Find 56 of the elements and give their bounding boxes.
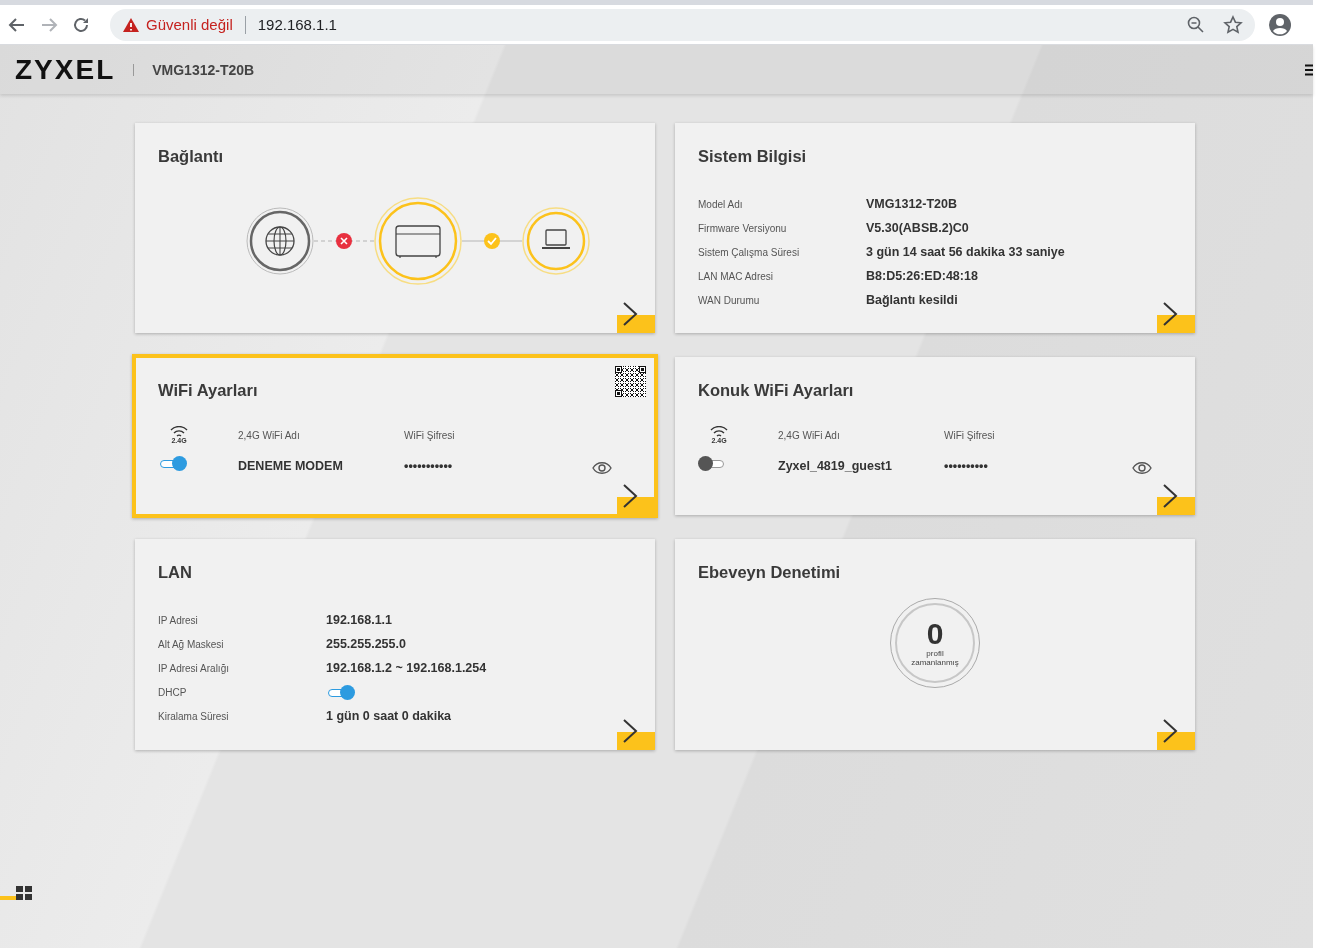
star-icon[interactable] bbox=[1223, 14, 1243, 35]
field-label: IP Adresi Aralığı bbox=[158, 662, 230, 676]
model-name: VMG1312-T20B bbox=[152, 61, 255, 78]
toggle-switch[interactable] bbox=[158, 455, 188, 472]
field-label: WiFi Şifresi bbox=[404, 430, 456, 441]
field-label: Model Adı bbox=[698, 198, 744, 212]
field-label: Firmware Versiyonu bbox=[698, 222, 788, 236]
field-label: WAN Durumu bbox=[698, 294, 761, 308]
field-value: 3 gün 14 saat 56 dakika 33 saniye bbox=[866, 244, 1065, 261]
field-value: 192.168.1.2 ~ 192.168.1.254 bbox=[326, 660, 487, 677]
address-bar[interactable]: Güvenli değil 192.168.1.1 bbox=[110, 8, 1255, 41]
count-caption: profil zamanlanmış bbox=[911, 649, 959, 667]
field-label: 2,4G WiFi Adı bbox=[778, 430, 841, 441]
wifi-password: ••••••••••• bbox=[404, 458, 454, 473]
profile-count: 0 bbox=[926, 619, 944, 649]
field-value: VMG1312-T20B bbox=[866, 196, 957, 213]
field-value: V5.30(ABSB.2)C0 bbox=[866, 220, 969, 237]
show-password-icon[interactable] bbox=[592, 460, 612, 475]
field-label: DHCP bbox=[158, 686, 188, 700]
globe-icon bbox=[246, 207, 314, 275]
field-label: LAN MAC Adresi bbox=[698, 270, 775, 284]
card-title: Ebeveyn Denetimi bbox=[698, 563, 841, 582]
wifi-name: DENEME MODEM bbox=[238, 458, 344, 473]
wifi-password: •••••••••• bbox=[944, 458, 989, 473]
field-value: 255.255.255.0 bbox=[326, 636, 406, 653]
field-label: 2,4G WiFi Adı bbox=[238, 430, 301, 441]
logo: ZYXEL bbox=[15, 53, 116, 86]
toggle-switch[interactable] bbox=[326, 684, 356, 701]
field-value: Bağlantı kesildi bbox=[866, 292, 958, 309]
field-label: Sistem Çalışma Süresi bbox=[698, 246, 801, 260]
card-title: Konuk WiFi Ayarları bbox=[698, 381, 854, 400]
warning-icon bbox=[122, 16, 140, 33]
back-icon[interactable] bbox=[8, 15, 26, 34]
reload-icon[interactable] bbox=[72, 15, 90, 34]
zoom-out-icon[interactable] bbox=[1187, 15, 1205, 34]
field-label: IP Adresi bbox=[158, 614, 199, 628]
card-title: WiFi Ayarları bbox=[158, 381, 258, 400]
security-warning[interactable]: Güvenli değil bbox=[146, 16, 233, 33]
menu-icon[interactable] bbox=[1305, 63, 1313, 76]
field-value: 192.168.1.1 bbox=[326, 612, 393, 629]
field-value: B8:D5:26:ED:48:18 bbox=[866, 268, 978, 285]
card-title: Sistem Bilgisi bbox=[698, 147, 807, 166]
field-value: 1 gün 0 saat 0 dakika bbox=[326, 708, 452, 725]
field-label: Alt Ağ Maskesi bbox=[158, 638, 225, 652]
laptop-icon bbox=[522, 207, 590, 275]
card-title: Bağlantı bbox=[158, 147, 224, 166]
card-title: LAN bbox=[158, 563, 192, 582]
profile-icon[interactable] bbox=[1269, 13, 1291, 36]
url-text: 192.168.1.1 bbox=[257, 16, 338, 33]
wifi-icon bbox=[169, 426, 189, 437]
wifi-name: Zyxel_4819_guest1 bbox=[778, 458, 893, 473]
field-label: Kiralama Süresi bbox=[158, 710, 230, 724]
router-icon bbox=[374, 197, 462, 285]
show-password-icon[interactable] bbox=[1132, 460, 1152, 475]
field-label: WiFi Şifresi bbox=[944, 430, 996, 441]
wifi-icon bbox=[709, 426, 729, 437]
